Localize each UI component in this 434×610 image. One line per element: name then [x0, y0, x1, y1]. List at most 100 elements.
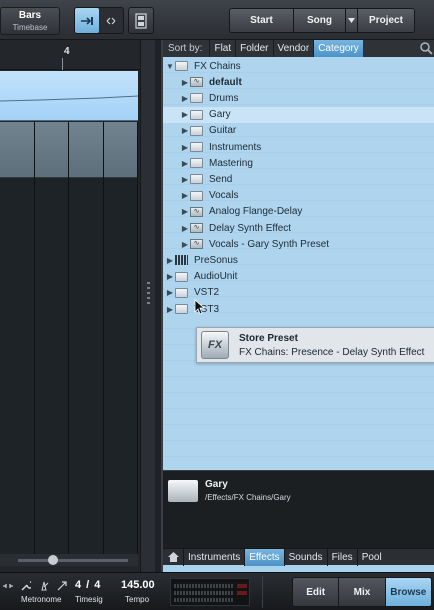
expand-arrow-right-icon[interactable]: ▶ — [180, 110, 190, 119]
track-lane[interactable] — [34, 122, 69, 557]
timebase-label: Timebase — [12, 23, 48, 32]
browse-view-button[interactable]: Browse — [385, 578, 431, 606]
tab-sounds[interactable]: Sounds — [283, 548, 327, 566]
tab-pool[interactable]: Pool — [356, 548, 386, 566]
zoom-knob[interactable] — [48, 555, 58, 565]
expand-arrow-right-icon[interactable]: ▶ — [180, 175, 190, 184]
tree-item[interactable]: ▶ Instruments — [163, 139, 434, 155]
expand-arrow-right-icon[interactable]: ▶ — [180, 191, 190, 200]
sort-by-label: Sort by: — [168, 43, 203, 54]
fx-chain-icon: ∿ — [190, 223, 203, 233]
sort-flat-button[interactable]: Flat — [209, 40, 235, 57]
timestretch-button[interactable] — [99, 8, 123, 33]
video-button[interactable] — [128, 7, 154, 34]
ruler-bar-number: 4 — [64, 46, 70, 57]
splitter-grip-icon — [147, 282, 150, 304]
tree-item[interactable]: ▼ FX Chains — [163, 58, 434, 74]
expand-arrow-right-icon[interactable]: ▶ — [165, 305, 175, 314]
tree-item[interactable]: ▶ Gary — [163, 106, 434, 123]
expand-arrow-right-icon[interactable]: ▶ — [180, 94, 190, 103]
tab-effects[interactable]: Effects — [244, 548, 284, 566]
browser-info-panel: Gary /Effects/FX Chains/Gary — [163, 470, 434, 548]
arrange-view: 4 — [0, 40, 155, 572]
expand-arrow-right-icon[interactable]: ▶ — [180, 126, 190, 135]
tree-item-label: Mastering — [209, 157, 253, 169]
horizontal-zoom-slider[interactable] — [0, 554, 138, 566]
sort-category-button[interactable]: Category — [313, 40, 363, 57]
start-page-button[interactable]: Start — [230, 9, 294, 32]
tree-item-label: PreSonus — [194, 254, 238, 266]
folder-icon — [175, 287, 188, 298]
tree-item-label: Instruments — [209, 141, 262, 153]
drag-preset-tooltip: FX Store Preset FX Chains: Presence - De… — [196, 327, 434, 363]
tempo-value[interactable]: 145.00 — [121, 579, 155, 591]
search-icon[interactable] — [419, 41, 433, 55]
wrench-icon[interactable] — [21, 581, 31, 591]
tree-item[interactable]: ▶ Guitar — [163, 123, 434, 139]
metronome-label: Metronome — [21, 595, 62, 604]
drag-tooltip-subtitle: FX Chains: Presence - Delay Synth Effect — [239, 346, 425, 358]
sort-folder-button[interactable]: Folder — [235, 40, 272, 57]
home-button[interactable] — [163, 549, 183, 566]
event-clip[interactable] — [69, 122, 103, 178]
event-clip[interactable] — [0, 122, 34, 178]
transport-bar: Metronome 4 / 4 Timesig 145.00 Tempo Edi… — [0, 572, 434, 610]
fx-chain-icon: ∿ — [190, 239, 203, 250]
tree-item[interactable]: ▶ PreSonus — [163, 252, 434, 268]
event-clip[interactable] — [103, 122, 137, 178]
tree-item[interactable]: ▶ Send — [163, 171, 434, 187]
fx-chain-preset-icon: FX — [201, 331, 229, 359]
event-clip[interactable] — [34, 122, 68, 178]
tree-item[interactable]: ▶ Drums — [163, 90, 434, 106]
folder-icon — [190, 142, 203, 152]
song-page-button[interactable]: Song — [294, 9, 346, 32]
edit-view-button[interactable]: Edit — [293, 578, 340, 606]
expand-arrow-right-icon[interactable]: ▶ — [180, 240, 190, 249]
timesig-value[interactable]: 4 / 4 — [75, 579, 101, 591]
sort-vendor-button[interactable]: Vendor — [272, 40, 314, 57]
mix-view-button[interactable]: Mix — [339, 578, 386, 606]
song-dropdown-button[interactable] — [346, 9, 358, 32]
tab-files[interactable]: Files — [326, 548, 357, 566]
tree-item-label: Analog Flange-Delay — [209, 206, 303, 218]
expand-arrow-right-icon[interactable]: ▶ — [180, 143, 190, 152]
tree-item-label: default — [209, 76, 242, 88]
snap-to-grid-button[interactable] — [75, 8, 99, 33]
expand-arrow-right-icon[interactable]: ▶ — [180, 224, 190, 233]
tree-item[interactable]: ▶ ∿ default — [163, 74, 434, 90]
folder-icon — [190, 174, 203, 185]
metronome-arrows-icon[interactable] — [3, 581, 13, 591]
metronome-controls — [3, 581, 67, 591]
fx-chain-icon: ∿ — [190, 206, 203, 217]
tree-item[interactable]: ▶ ∿ Vocals - Gary Synth Preset — [163, 236, 434, 252]
timebase-value: Bars — [18, 10, 42, 21]
home-icon — [167, 552, 179, 562]
expand-arrow-down-icon[interactable]: ▼ — [165, 62, 175, 71]
tree-item[interactable]: ▶ Vocals — [163, 188, 434, 204]
tree-item[interactable]: ▶ ∿ Analog Flange-Delay — [163, 204, 434, 220]
expand-arrow-right-icon[interactable]: ▶ — [165, 288, 175, 297]
tree-item-label: Vocals - Gary Synth Preset — [209, 238, 330, 250]
tree-item[interactable]: ▶ AudioUnit — [163, 269, 434, 285]
track-lane[interactable] — [0, 122, 35, 557]
drag-tooltip-title: Store Preset — [239, 332, 298, 344]
expand-arrow-right-icon[interactable]: ▶ — [165, 272, 175, 281]
folder-icon — [190, 158, 203, 169]
folder-icon — [190, 125, 203, 136]
tree-item[interactable]: ▶ Mastering — [163, 155, 434, 171]
timeline-ruler[interactable]: 4 — [0, 40, 155, 70]
tree-item[interactable]: ▶ ∿ Delay Synth Effect — [163, 220, 434, 236]
timebase-selector[interactable]: Bars Timebase — [0, 7, 60, 35]
precount-icon[interactable] — [57, 581, 67, 591]
metronome-icon[interactable] — [39, 581, 49, 591]
track-lane[interactable] — [103, 122, 138, 557]
expand-arrow-right-icon[interactable]: ▶ — [180, 207, 190, 216]
project-page-button[interactable]: Project — [358, 9, 414, 32]
expand-arrow-right-icon[interactable]: ▶ — [165, 256, 175, 265]
expand-arrow-right-icon[interactable]: ▶ — [180, 78, 190, 87]
track-lane[interactable] — [69, 122, 104, 557]
tab-instruments[interactable]: Instruments — [183, 548, 244, 566]
expand-arrow-right-icon[interactable]: ▶ — [180, 159, 190, 168]
automation-lane[interactable] — [0, 71, 139, 121]
vertical-scrollbar[interactable] — [140, 40, 155, 572]
